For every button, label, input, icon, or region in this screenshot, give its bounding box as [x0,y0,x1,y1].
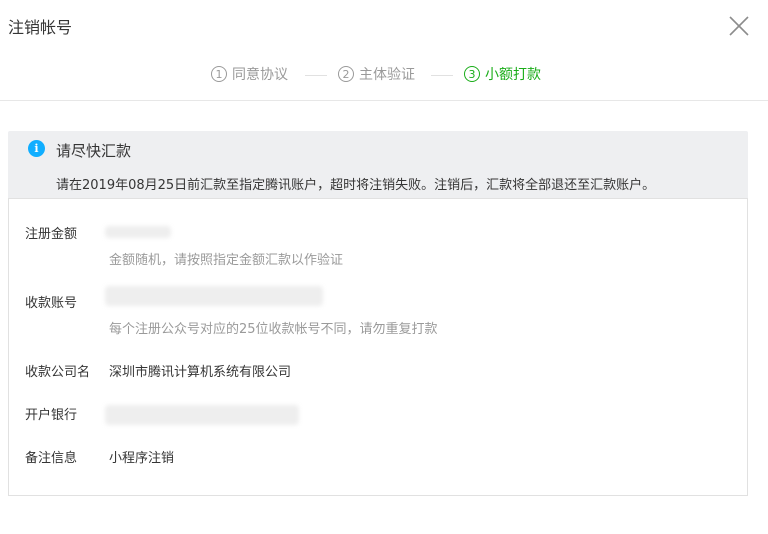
company-label: 收款公司名 [25,365,91,380]
amount-value-redacted [105,226,171,238]
dialog-title: 注销帐号 [8,18,73,37]
account-value-redacted [105,286,323,306]
step-verify: 2 主体验证 [338,64,415,84]
account-label: 收款账号 [25,296,78,311]
notice-message: 请在2019年08月25日前汇款至指定腾讯账户，超时将注销失败。注销后，汇款将全… [56,178,656,193]
step-label: 同意协议 [232,67,288,83]
payment-details: 注册金额 金额随机，请按照指定金额汇款以作验证 收款账号 每个注册公众号对应的2… [8,198,748,496]
step-number: 1 [211,66,227,82]
bank-label: 开户银行 [25,408,78,423]
step-number: 3 [464,66,480,82]
info-icon: i [28,140,45,157]
step-label: 小额打款 [485,67,541,83]
step-separator [431,75,453,76]
account-tip: 每个注册公众号对应的25位收款帐号不同，请勿重复打款 [109,322,438,337]
amount-label: 注册金额 [25,227,78,242]
company-value: 深圳市腾讯计算机系统有限公司 [109,365,292,380]
remark-value: 小程序注销 [109,451,175,466]
notice-heading: 请尽快汇款 [56,142,132,160]
close-icon[interactable] [728,15,750,37]
remark-label: 备注信息 [25,451,78,466]
step-payment: 3 小额打款 [464,64,541,84]
amount-tip: 金额随机，请按照指定金额汇款以作验证 [109,253,344,268]
step-indicator: 1 同意协议 2 主体验证 3 小额打款 [0,64,768,88]
step-separator [305,75,327,76]
step-agree: 1 同意协议 [211,64,288,84]
step-number: 2 [338,66,354,82]
header-divider [0,100,768,101]
step-label: 主体验证 [359,67,415,83]
bank-value-redacted [105,405,299,425]
notice-banner: i 请尽快汇款 请在2019年08月25日前汇款至指定腾讯账户，超时将注销失败。… [8,131,748,198]
